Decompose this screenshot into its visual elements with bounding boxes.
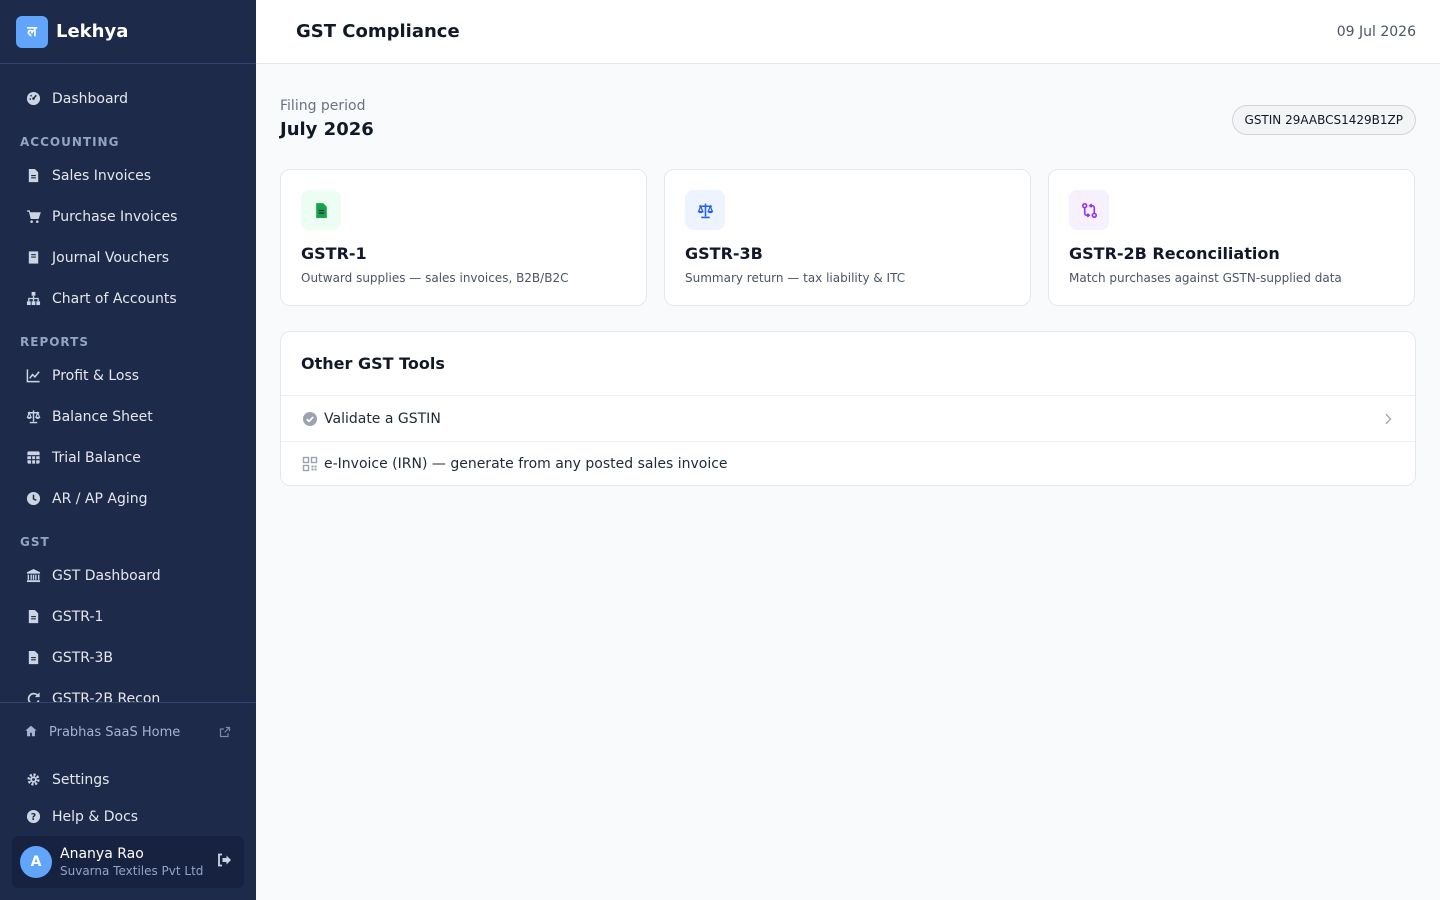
sidebar-item-label: Purchase Invoices xyxy=(52,208,178,225)
cart-icon xyxy=(24,208,42,226)
help-docs-link[interactable]: ? Help & Docs xyxy=(0,798,256,835)
sidebar-item-label: Balance Sheet xyxy=(52,408,153,425)
filing-period-value: July 2026 xyxy=(280,119,374,140)
sidebar-section-gst: GST xyxy=(20,535,50,549)
card-gstr-2b-reconciliation[interactable]: GSTR-2B Reconciliation Match purchases ag… xyxy=(1048,169,1415,306)
sidebar-item-label: Trial Balance xyxy=(52,449,141,466)
avatar: A xyxy=(20,846,52,878)
refresh-icon xyxy=(24,690,42,702)
sidebar-item-chart-of-accounts[interactable]: Chart of Accounts xyxy=(0,278,256,319)
sidebar-item-gst-dashboard[interactable]: GST Dashboard xyxy=(0,555,256,596)
logout-icon[interactable] xyxy=(216,852,234,870)
sidebar-item-label: GSTR-1 xyxy=(52,608,104,625)
tool-row-e-invoice-irn-generate-from-an[interactable]: e-Invoice (IRN) — generate from any post… xyxy=(281,441,1415,486)
sidebar-item-trial-balance[interactable]: Trial Balance xyxy=(0,437,256,478)
sidebar-section-accounting: ACCOUNTING xyxy=(20,135,120,149)
user-card[interactable]: A Ananya Rao Suvarna Textiles Pvt Ltd xyxy=(12,836,244,888)
card-description: Outward supplies — sales invoices, B2B/B… xyxy=(301,271,569,285)
help-circle-icon: ? xyxy=(24,808,42,826)
file-icon xyxy=(301,190,341,230)
sidebar-item-label: GSTR-2B Recon xyxy=(52,690,161,703)
dashboard-gauge-icon xyxy=(24,90,42,108)
sidebar-item-label: GSTR-3B xyxy=(52,649,114,666)
card-description: Summary return — tax liability & ITC xyxy=(685,271,906,285)
sidebar-item-ar-ap-aging[interactable]: AR / AP Aging xyxy=(0,478,256,519)
sitemap-icon xyxy=(24,290,42,308)
sidebar-item-purchase-invoices[interactable]: Purchase Invoices xyxy=(0,196,256,237)
top-header: GST Compliance 09 Jul 2026 xyxy=(256,0,1440,64)
scale-icon xyxy=(685,190,725,230)
page-title: GST Compliance xyxy=(296,21,460,42)
return-cards: GSTR-1 Outward supplies — sales invoices,… xyxy=(280,169,1416,306)
sidebar-item-label: Sales Invoices xyxy=(52,167,152,184)
reconcile-icon xyxy=(1069,190,1109,230)
sidebar-item-balance-sheet[interactable]: Balance Sheet xyxy=(0,396,256,437)
card-title: GSTR-3B xyxy=(685,244,763,263)
sidebar-item-profit-and-loss[interactable]: Profit & Loss xyxy=(0,355,256,396)
home-icon xyxy=(24,724,40,740)
file-icon xyxy=(24,649,42,667)
tools-title: Other GST Tools xyxy=(281,332,1415,396)
gstin-badge: GSTIN 29AABCS1429B1ZP xyxy=(1231,105,1416,135)
svg-text:?: ? xyxy=(30,812,35,823)
user-org: Suvarna Textiles Pvt Ltd xyxy=(60,864,204,878)
sidebar: ल Lekhya Dashboard ACCOUNTING Sales Invoic… xyxy=(0,0,256,900)
sidebar-item-label: Journal Vouchers xyxy=(52,249,170,266)
sidebar-footer: Prabhas SaaS Home Settings ? Help & Docs xyxy=(0,702,256,835)
brand-name: Lekhya xyxy=(56,21,129,42)
tool-label: e-Invoice (IRN) — generate from any post… xyxy=(324,456,728,472)
clock-icon xyxy=(24,490,42,508)
sidebar-item-gstr-1[interactable]: GSTR-1 xyxy=(0,596,256,637)
sidebar-nav: Dashboard ACCOUNTING Sales Invoices Purchas… xyxy=(0,64,256,702)
external-link-icon xyxy=(219,726,232,739)
saas-home-link[interactable]: Prabhas SaaS Home xyxy=(0,703,256,761)
help-docs-label: Help & Docs xyxy=(52,808,139,825)
sidebar-item-label: Dashboard xyxy=(52,90,128,107)
card-title: GSTR-1 xyxy=(301,244,367,263)
sidebar-item-label: Chart of Accounts xyxy=(52,290,177,307)
sidebar-item-sales-invoices[interactable]: Sales Invoices xyxy=(0,155,256,196)
sidebar-item-label: GST Dashboard xyxy=(52,567,161,584)
bank-icon xyxy=(24,567,42,585)
chevron-right-icon xyxy=(1381,412,1395,426)
settings-label: Settings xyxy=(52,771,110,788)
sidebar-item-label: Profit & Loss xyxy=(52,367,140,384)
sidebar-item-journal-vouchers[interactable]: Journal Vouchers xyxy=(0,237,256,278)
header-date: 09 Jul 2026 xyxy=(1336,23,1416,40)
brand[interactable]: ल Lekhya xyxy=(0,0,256,64)
sidebar-item-dashboard[interactable]: Dashboard xyxy=(0,78,256,119)
sidebar-section-reports: REPORTS xyxy=(20,335,89,349)
other-gst-tools: Other GST Tools Validate a GSTIN e-Invoic… xyxy=(280,331,1416,486)
card-gstr-3b[interactable]: GSTR-3B Summary return — tax liability & … xyxy=(664,169,1031,306)
table-icon xyxy=(24,449,42,467)
sidebar-item-gstr-3b[interactable]: GSTR-3B xyxy=(0,637,256,678)
file-icon xyxy=(24,167,42,185)
sidebar-item-label: AR / AP Aging xyxy=(52,490,148,507)
tool-row-validate-a-gstin[interactable]: Validate a GSTIN xyxy=(281,396,1415,441)
qr-code-icon xyxy=(302,456,318,472)
file-icon xyxy=(24,608,42,626)
settings-link[interactable]: Settings xyxy=(0,761,256,798)
filing-period-label: Filing period xyxy=(280,98,366,114)
card-description: Match purchases against GSTN-supplied da… xyxy=(1069,271,1342,285)
user-name: Ananya Rao xyxy=(60,846,144,862)
gear-icon xyxy=(24,771,42,789)
saas-home-label: Prabhas SaaS Home xyxy=(49,724,181,740)
sidebar-item-gstr-2b-recon[interactable]: GSTR-2B Recon xyxy=(0,678,256,702)
brand-logo: ल xyxy=(16,15,48,48)
scale-icon xyxy=(24,408,42,426)
check-circle-icon xyxy=(302,411,318,427)
line-chart-icon xyxy=(24,367,42,385)
book-icon xyxy=(24,249,42,267)
card-title: GSTR-2B Reconciliation xyxy=(1069,244,1280,263)
card-gstr-1[interactable]: GSTR-1 Outward supplies — sales invoices,… xyxy=(280,169,647,306)
tool-label: Validate a GSTIN xyxy=(324,410,441,427)
